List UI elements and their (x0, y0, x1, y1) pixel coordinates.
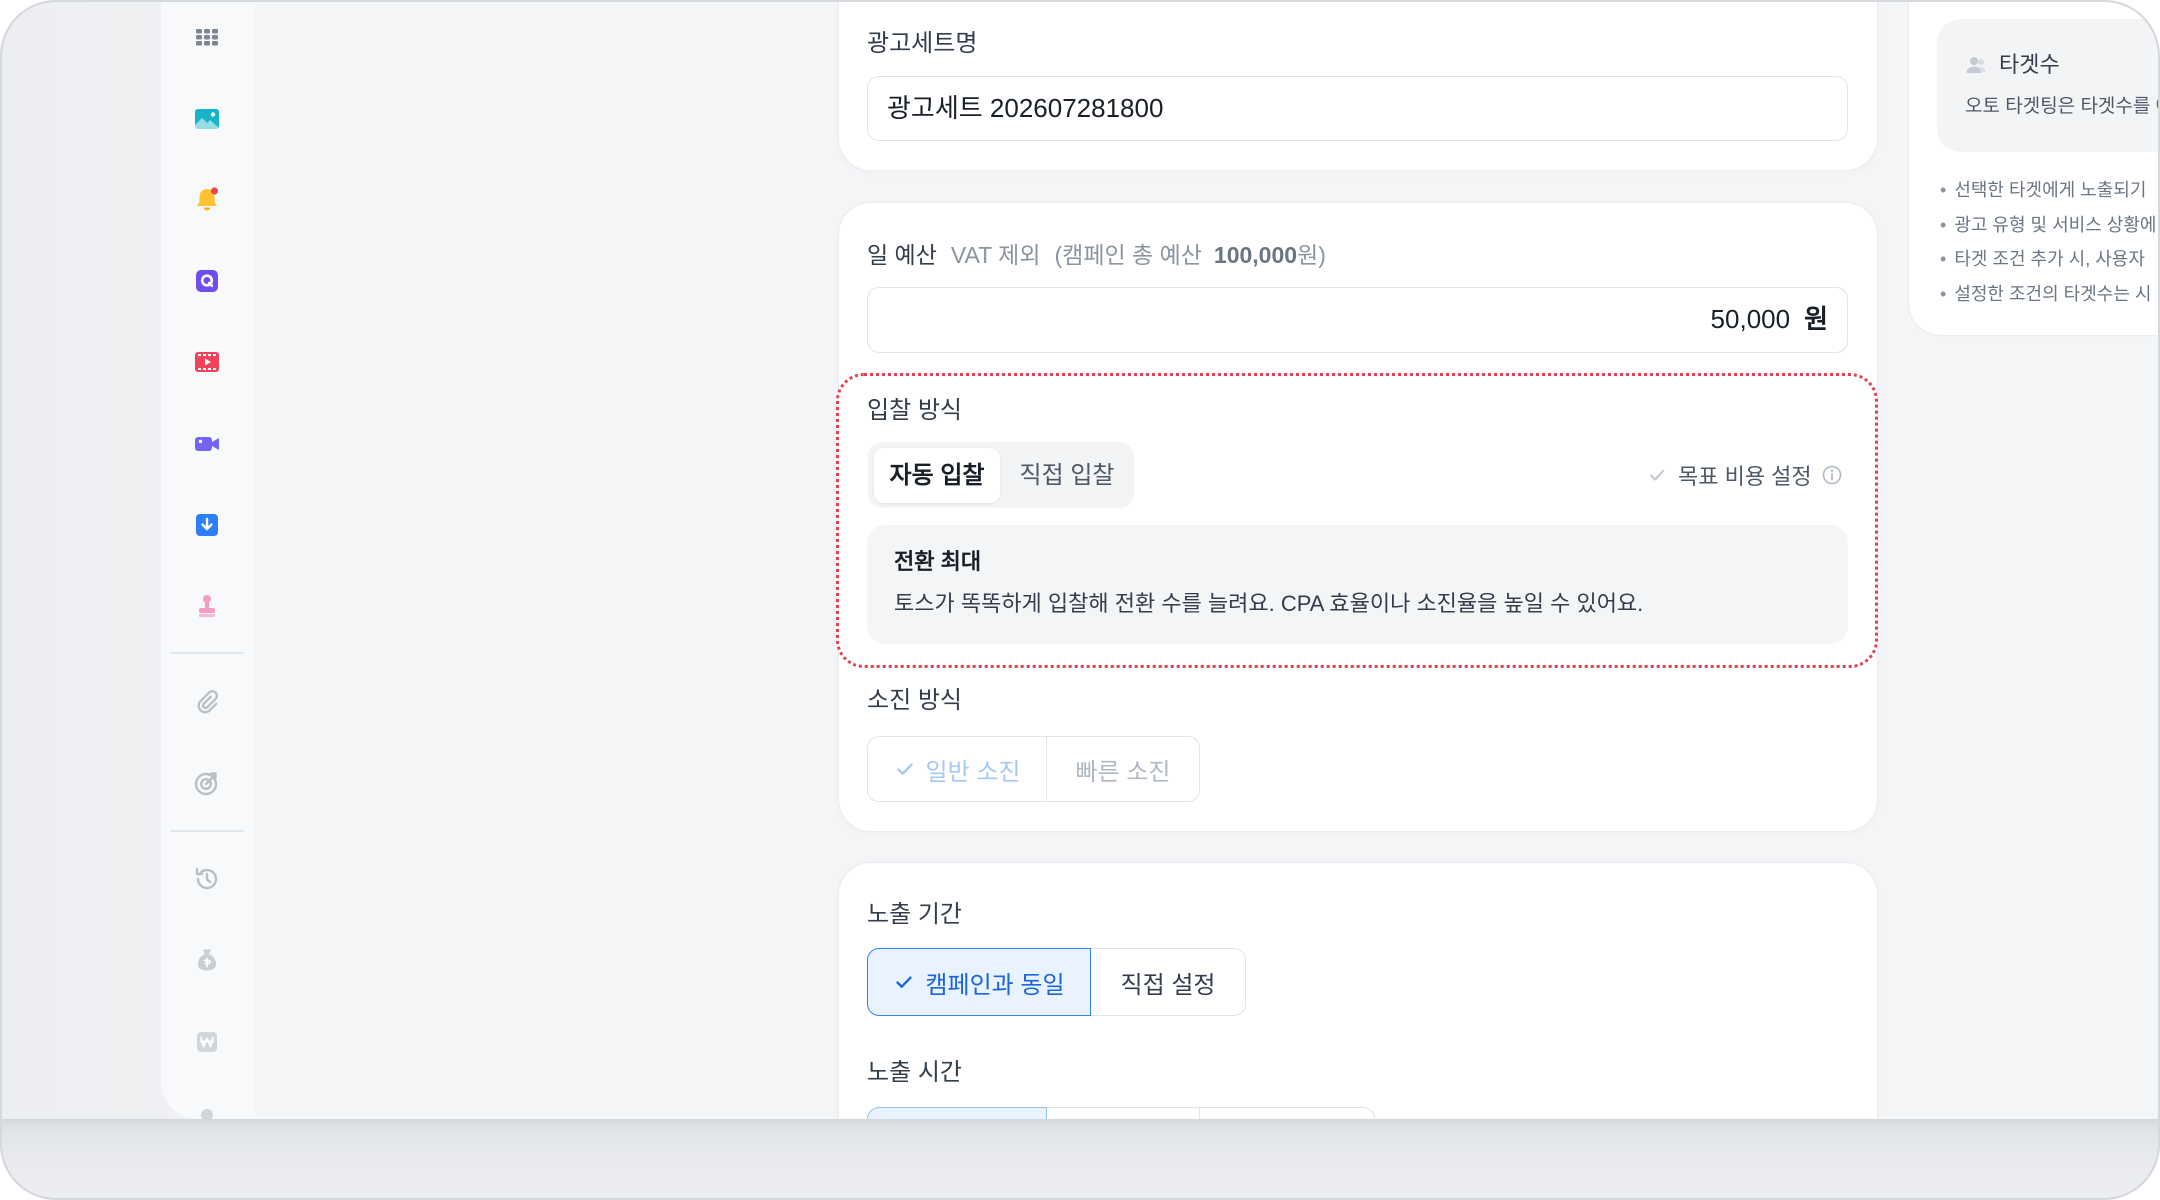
time-option-3[interactable] (1200, 1107, 1375, 1119)
image-icon[interactable] (192, 104, 222, 134)
bidding-info-title: 전환 최대 (894, 549, 982, 574)
pacing-option-standard-label: 일반 소진 (925, 758, 1021, 786)
history-icon[interactable] (192, 864, 222, 894)
target-cost-label: 목표 비용 설정 (1678, 464, 1812, 489)
period-label: 노출 기간 (867, 901, 962, 928)
sidebar-divider (171, 652, 244, 654)
info-icon[interactable] (1821, 464, 1843, 486)
app-screen: 광고세트명 광고세트 202607281800 일 예산 VAT 제외 (캠페인… (0, 0, 2160, 1119)
budget-label-row: 일 예산 VAT 제외 (캠페인 총 예산 100,000 원) (867, 240, 1326, 270)
pacing-label: 소진 방식 (867, 687, 962, 714)
device-bezel-bottom (0, 1119, 2160, 1200)
device-frame: 광고세트명 광고세트 202607281800 일 예산 VAT 제외 (캠페인… (0, 0, 2160, 1200)
target-note-item: 선택한 타겟에게 노출되기 (1940, 177, 2146, 203)
target-cost-toggle[interactable]: 목표 비용 설정 (1646, 460, 1843, 490)
target-note-item: 타겟 조건 추가 시, 사용자 (1940, 246, 2145, 272)
pacing-option-standard[interactable]: 일반 소진 (867, 736, 1047, 802)
target-count-title: 타겟수 (1999, 52, 2060, 77)
bell-icon[interactable] (192, 185, 222, 215)
adset-name-value: 광고세트 202607281800 (887, 93, 1164, 123)
adset-name-input[interactable]: 광고세트 202607281800 (867, 76, 1848, 141)
campaign-total-suffix: 원) (1297, 242, 1326, 268)
bidding-segmented-control: 자동 입찰 직접 입찰 (868, 442, 1134, 508)
sidebar-divider (171, 830, 244, 832)
vat-note: VAT 제외 (950, 242, 1041, 268)
period-option-same-as-campaign[interactable]: 캠페인과 동일 (867, 948, 1091, 1016)
target-count-panel: 타겟수 오토 타겟팅은 타겟수를 예 선택한 타겟에게 노출되기 광고 유형 및… (1909, 0, 2160, 335)
daily-budget-value-group: 50,000 원 (1711, 288, 1828, 351)
adset-name-label: 광고세트명 (867, 30, 978, 57)
period-option-custom-label: 직접 설정 (1120, 971, 1216, 999)
pacing-option-fast[interactable]: 빠른 소진 (1047, 736, 1200, 802)
target-note-item: 설정한 조건의 타겟수는 시 (1940, 281, 2151, 307)
bidding-info-box: 전환 최대 토스가 똑똑하게 입찰해 전환 수를 늘려요. CPA 효율이나 소… (867, 525, 1848, 644)
campaign-total-amount: 100,000 (1213, 242, 1298, 268)
time-option-1[interactable] (867, 1107, 1047, 1119)
film-icon[interactable] (192, 347, 222, 377)
paperclip-icon[interactable] (192, 686, 222, 716)
download-icon[interactable] (192, 510, 222, 540)
grid-icon[interactable] (192, 22, 222, 52)
daily-budget-value: 50,000 (1710, 304, 1791, 334)
campaign-total-prefix: (캠페인 총 예산 (1054, 242, 1202, 268)
stamp-icon[interactable] (192, 591, 222, 621)
check-icon (896, 976, 913, 988)
bidding-label: 입찰 방식 (867, 397, 962, 424)
user-icon (1966, 57, 1986, 73)
bidding-option-auto[interactable]: 자동 입찰 (874, 448, 1000, 503)
won-icon[interactable] (192, 1027, 222, 1057)
check-icon (896, 763, 913, 775)
q-icon[interactable] (192, 266, 222, 296)
pacing-options: 일반 소진 빠른 소진 (867, 736, 1200, 802)
pacing-option-fast-label: 빠른 소진 (1075, 758, 1171, 786)
target-count-box: 타겟수 오토 타겟팅은 타겟수를 예 (1937, 19, 2160, 152)
budget-label: 일 예산 (867, 242, 937, 268)
daily-budget-unit: 원 (1804, 304, 1828, 334)
target-icon[interactable] (192, 768, 222, 798)
period-option-same-label: 캠페인과 동일 (925, 971, 1065, 999)
period-options: 캠페인과 동일 직접 설정 (867, 948, 1246, 1016)
check-icon (1649, 469, 1665, 481)
money-bag-icon[interactable] (192, 945, 222, 975)
bidding-option-manual[interactable]: 직접 입찰 (1006, 448, 1128, 503)
daily-budget-input[interactable]: 50,000 원 (867, 287, 1848, 353)
time-label: 노출 시간 (867, 1059, 962, 1086)
period-option-custom[interactable]: 직접 설정 (1091, 948, 1246, 1016)
time-options (867, 1107, 1375, 1119)
target-count-description: 오토 타겟팅은 타겟수를 예 (1965, 96, 2160, 117)
time-option-2[interactable] (1047, 1107, 1200, 1119)
target-note-item: 광고 유형 및 서비스 상황에 (1940, 212, 2156, 238)
video-camera-icon[interactable] (192, 429, 222, 459)
bidding-info-description: 토스가 똑똑하게 입찰해 전환 수를 늘려요. CPA 효율이나 소진율을 높일… (894, 591, 1644, 616)
more-icon[interactable] (201, 1109, 213, 1119)
